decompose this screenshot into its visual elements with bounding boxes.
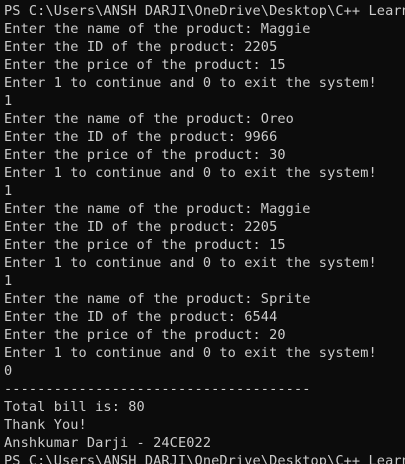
output-line: Enter the price of the product: 20 — [4, 327, 286, 343]
input-line: 1 — [4, 93, 13, 109]
output-line: Enter 1 to continue and 0 to exit the sy… — [4, 165, 377, 181]
output-line: Enter the ID of the product: 9966 — [4, 129, 278, 145]
input-line: 1 — [4, 273, 13, 289]
output-line: Enter the name of the product: Maggie — [4, 21, 311, 37]
output-line: Enter the price of the product: 15 — [4, 237, 286, 253]
terminal-window[interactable]: PS C:\Users\ANSH DARJI\OneDrive\Desktop\… — [0, 0, 405, 464]
prompt-line: PS C:\Users\ANSH DARJI\OneDrive\Desktop\… — [4, 453, 405, 464]
output-line: Enter the ID of the product: 2205 — [4, 39, 278, 55]
output-line: Enter the name of the product: Maggie — [4, 201, 311, 217]
output-line: Enter the name of the product: Oreo — [4, 111, 294, 127]
total-bill-line: Total bill is: 80 — [4, 399, 145, 415]
output-line: Enter 1 to continue and 0 to exit the sy… — [4, 255, 377, 271]
output-line: Enter the ID of the product: 6544 — [4, 309, 278, 325]
output-line: Enter the name of the product: Sprite — [4, 291, 311, 307]
author-line: Anshkumar Darji - 24CE022 — [4, 435, 212, 451]
separator-line: ------------------------------------- — [4, 381, 311, 397]
input-line: 0 — [4, 363, 13, 379]
output-line: Enter the ID of the product: 2205 — [4, 219, 278, 235]
output-line: Enter 1 to continue and 0 to exit the sy… — [4, 75, 377, 91]
terminal-output: PS C:\Users\ANSH DARJI\OneDrive\Desktop\… — [4, 2, 405, 464]
output-line: Enter the price of the product: 30 — [4, 147, 286, 163]
prompt-line: PS C:\Users\ANSH DARJI\OneDrive\Desktop\… — [4, 3, 405, 19]
output-line: Enter the price of the product: 15 — [4, 57, 286, 73]
thank-you-line: Thank You! — [4, 417, 87, 433]
output-line: Enter 1 to continue and 0 to exit the sy… — [4, 345, 377, 361]
input-line: 1 — [4, 183, 13, 199]
